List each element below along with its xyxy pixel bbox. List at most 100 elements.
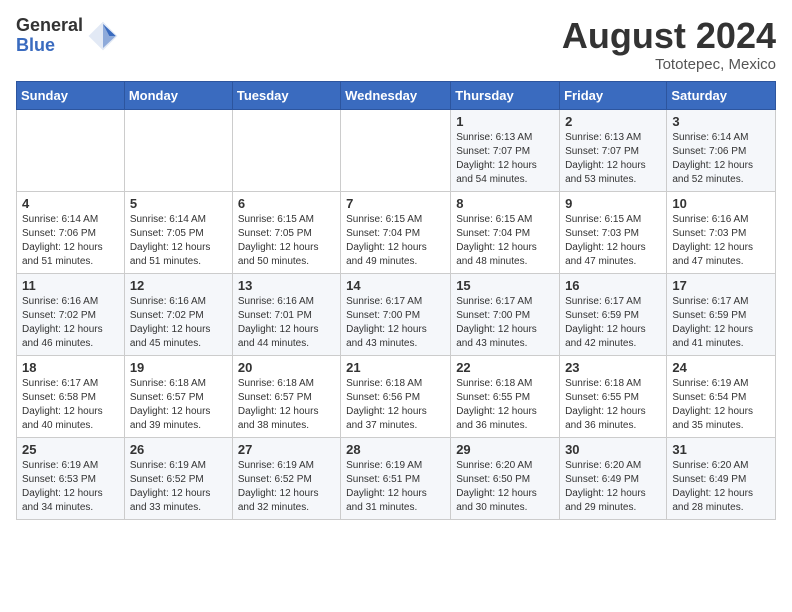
calendar: SundayMondayTuesdayWednesdayThursdayFrid…: [16, 81, 776, 520]
day-info: Sunrise: 6:17 AM Sunset: 7:00 PM Dayligh…: [456, 295, 554, 351]
day-info: Sunrise: 6:14 AM Sunset: 7:06 PM Dayligh…: [672, 131, 770, 187]
day-number: 14: [346, 278, 445, 293]
day-info: Sunrise: 6:16 AM Sunset: 7:02 PM Dayligh…: [22, 295, 119, 351]
day-info: Sunrise: 6:20 AM Sunset: 6:50 PM Dayligh…: [456, 459, 554, 515]
day-info: Sunrise: 6:16 AM Sunset: 7:01 PM Dayligh…: [238, 295, 335, 351]
day-number: 2: [565, 114, 661, 129]
weekday-header: Sunday: [17, 81, 125, 109]
day-info: Sunrise: 6:15 AM Sunset: 7:05 PM Dayligh…: [238, 213, 335, 269]
calendar-cell: 25 Sunrise: 6:19 AM Sunset: 6:53 PM Dayli…: [17, 437, 125, 519]
day-number: 8: [456, 196, 554, 211]
calendar-cell: 13 Sunrise: 6:16 AM Sunset: 7:01 PM Dayli…: [232, 273, 340, 355]
day-number: 13: [238, 278, 335, 293]
logo: General Blue: [16, 16, 119, 56]
calendar-week-row: 4Sunrise: 6:14 AM Sunset: 7:06 PM Daylig…: [17, 191, 776, 273]
calendar-cell: [232, 109, 340, 191]
day-number: 12: [130, 278, 227, 293]
calendar-cell: 9 Sunrise: 6:15 AM Sunset: 7:03 PM Daylig…: [560, 191, 667, 273]
day-number: 4: [22, 196, 119, 211]
day-info: Sunrise: 6:17 AM Sunset: 6:59 PM Dayligh…: [565, 295, 661, 351]
calendar-cell: 4Sunrise: 6:14 AM Sunset: 7:06 PM Daylig…: [17, 191, 125, 273]
day-info: Sunrise: 6:14 AM Sunset: 7:05 PM Dayligh…: [130, 213, 227, 269]
calendar-cell: 29 Sunrise: 6:20 AM Sunset: 6:50 PM Dayli…: [451, 437, 560, 519]
calendar-cell: 24Sunrise: 6:19 AM Sunset: 6:54 PM Dayli…: [667, 355, 776, 437]
day-number: 28: [346, 442, 445, 457]
day-info: Sunrise: 6:16 AM Sunset: 7:02 PM Dayligh…: [130, 295, 227, 351]
day-number: 30: [565, 442, 661, 457]
calendar-cell: 21Sunrise: 6:18 AM Sunset: 6:56 PM Dayli…: [341, 355, 451, 437]
day-number: 6: [238, 196, 335, 211]
calendar-cell: 19 Sunrise: 6:18 AM Sunset: 6:57 PM Dayli…: [124, 355, 232, 437]
calendar-cell: 10Sunrise: 6:16 AM Sunset: 7:03 PM Dayli…: [667, 191, 776, 273]
day-info: Sunrise: 6:13 AM Sunset: 7:07 PM Dayligh…: [456, 131, 554, 187]
calendar-cell: 28 Sunrise: 6:19 AM Sunset: 6:51 PM Dayli…: [341, 437, 451, 519]
calendar-cell: 26 Sunrise: 6:19 AM Sunset: 6:52 PM Dayli…: [124, 437, 232, 519]
weekday-header: Thursday: [451, 81, 560, 109]
calendar-cell: 12 Sunrise: 6:16 AM Sunset: 7:02 PM Dayli…: [124, 273, 232, 355]
calendar-cell: 11 Sunrise: 6:16 AM Sunset: 7:02 PM Dayli…: [17, 273, 125, 355]
calendar-cell: 20Sunrise: 6:18 AM Sunset: 6:57 PM Dayli…: [232, 355, 340, 437]
day-number: 29: [456, 442, 554, 457]
calendar-cell: 27 Sunrise: 6:19 AM Sunset: 6:52 PM Dayli…: [232, 437, 340, 519]
day-info: Sunrise: 6:17 AM Sunset: 6:58 PM Dayligh…: [22, 377, 119, 433]
calendar-cell: 3 Sunrise: 6:14 AM Sunset: 7:06 PM Daylig…: [667, 109, 776, 191]
day-info: Sunrise: 6:19 AM Sunset: 6:51 PM Dayligh…: [346, 459, 445, 515]
day-info: Sunrise: 6:13 AM Sunset: 7:07 PM Dayligh…: [565, 131, 661, 187]
calendar-week-row: 11 Sunrise: 6:16 AM Sunset: 7:02 PM Dayli…: [17, 273, 776, 355]
day-info: Sunrise: 6:17 AM Sunset: 6:59 PM Dayligh…: [672, 295, 770, 351]
day-info: Sunrise: 6:18 AM Sunset: 6:55 PM Dayligh…: [456, 377, 554, 433]
calendar-cell: 18 Sunrise: 6:17 AM Sunset: 6:58 PM Dayli…: [17, 355, 125, 437]
weekday-header: Tuesday: [232, 81, 340, 109]
calendar-cell: 6 Sunrise: 6:15 AM Sunset: 7:05 PM Daylig…: [232, 191, 340, 273]
calendar-cell: [17, 109, 125, 191]
day-number: 3: [672, 114, 770, 129]
calendar-cell: 17 Sunrise: 6:17 AM Sunset: 6:59 PM Dayli…: [667, 273, 776, 355]
weekday-header: Friday: [560, 81, 667, 109]
calendar-cell: 15 Sunrise: 6:17 AM Sunset: 7:00 PM Dayli…: [451, 273, 560, 355]
day-number: 26: [130, 442, 227, 457]
day-number: 18: [22, 360, 119, 375]
calendar-cell: 14 Sunrise: 6:17 AM Sunset: 7:00 PM Dayli…: [341, 273, 451, 355]
title-area: August 2024 Tototepec, Mexico: [562, 16, 776, 73]
calendar-cell: 23Sunrise: 6:18 AM Sunset: 6:55 PM Dayli…: [560, 355, 667, 437]
calendar-cell: 8 Sunrise: 6:15 AM Sunset: 7:04 PM Daylig…: [451, 191, 560, 273]
day-number: 17: [672, 278, 770, 293]
month-year: August 2024: [562, 16, 776, 56]
day-number: 22: [456, 360, 554, 375]
day-info: Sunrise: 6:15 AM Sunset: 7:04 PM Dayligh…: [346, 213, 445, 269]
calendar-cell: [124, 109, 232, 191]
day-number: 27: [238, 442, 335, 457]
day-info: Sunrise: 6:16 AM Sunset: 7:03 PM Dayligh…: [672, 213, 770, 269]
day-info: Sunrise: 6:20 AM Sunset: 6:49 PM Dayligh…: [672, 459, 770, 515]
logo-blue: Blue: [16, 36, 83, 56]
calendar-week-row: 1 Sunrise: 6:13 AM Sunset: 7:07 PM Daylig…: [17, 109, 776, 191]
day-info: Sunrise: 6:19 AM Sunset: 6:52 PM Dayligh…: [238, 459, 335, 515]
day-info: Sunrise: 6:15 AM Sunset: 7:03 PM Dayligh…: [565, 213, 661, 269]
day-info: Sunrise: 6:17 AM Sunset: 7:00 PM Dayligh…: [346, 295, 445, 351]
day-info: Sunrise: 6:19 AM Sunset: 6:52 PM Dayligh…: [130, 459, 227, 515]
weekday-header: Monday: [124, 81, 232, 109]
calendar-cell: 7Sunrise: 6:15 AM Sunset: 7:04 PM Daylig…: [341, 191, 451, 273]
page-header: General Blue August 2024 Tototepec, Mexi…: [16, 16, 776, 73]
day-number: 11: [22, 278, 119, 293]
day-number: 20: [238, 360, 335, 375]
calendar-cell: 31Sunrise: 6:20 AM Sunset: 6:49 PM Dayli…: [667, 437, 776, 519]
day-info: Sunrise: 6:20 AM Sunset: 6:49 PM Dayligh…: [565, 459, 661, 515]
day-number: 21: [346, 360, 445, 375]
calendar-cell: [341, 109, 451, 191]
day-info: Sunrise: 6:15 AM Sunset: 7:04 PM Dayligh…: [456, 213, 554, 269]
day-number: 25: [22, 442, 119, 457]
day-number: 1: [456, 114, 554, 129]
day-info: Sunrise: 6:18 AM Sunset: 6:57 PM Dayligh…: [130, 377, 227, 433]
calendar-cell: 16Sunrise: 6:17 AM Sunset: 6:59 PM Dayli…: [560, 273, 667, 355]
day-number: 15: [456, 278, 554, 293]
logo-general: General: [16, 16, 83, 36]
day-number: 5: [130, 196, 227, 211]
calendar-cell: 1 Sunrise: 6:13 AM Sunset: 7:07 PM Daylig…: [451, 109, 560, 191]
day-info: Sunrise: 6:18 AM Sunset: 6:55 PM Dayligh…: [565, 377, 661, 433]
calendar-week-row: 18 Sunrise: 6:17 AM Sunset: 6:58 PM Dayli…: [17, 355, 776, 437]
day-info: Sunrise: 6:19 AM Sunset: 6:53 PM Dayligh…: [22, 459, 119, 515]
day-number: 19: [130, 360, 227, 375]
day-number: 9: [565, 196, 661, 211]
weekday-header: Wednesday: [341, 81, 451, 109]
